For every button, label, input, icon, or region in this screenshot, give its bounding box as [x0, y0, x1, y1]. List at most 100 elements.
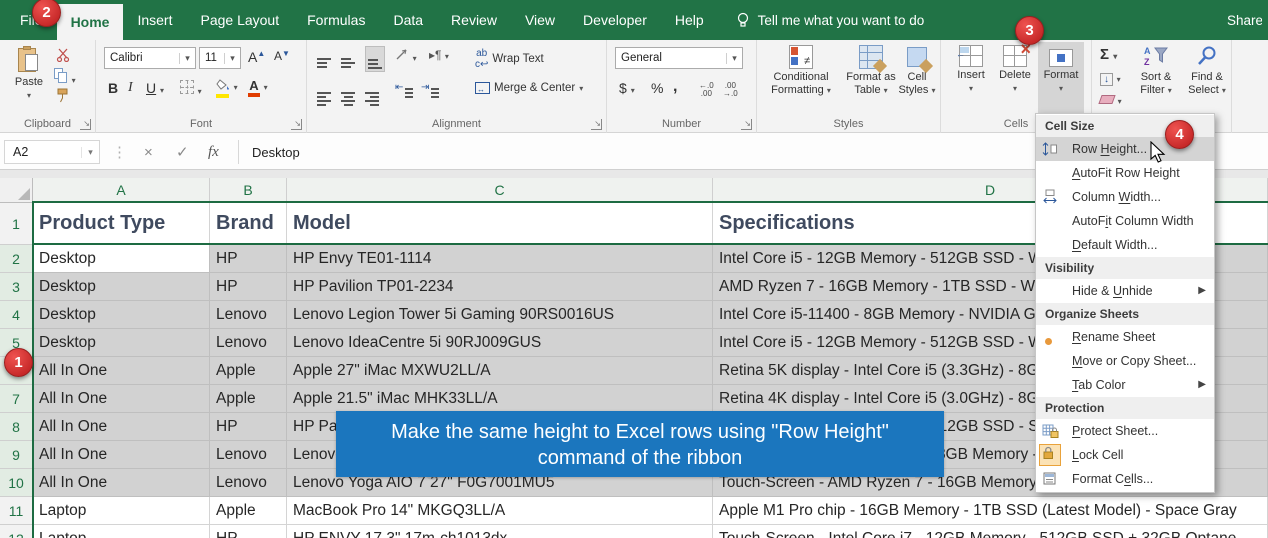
menu-item-hide-unhide[interactable]: Hide & Unhide ▶ — [1036, 279, 1214, 303]
conditional-formatting-button[interactable]: ≠ Conditional Formatting ▾ — [763, 42, 839, 130]
accounting-dropdown-icon[interactable]: ▾ — [631, 86, 635, 95]
underline-dropdown-icon[interactable]: ▾ — [160, 86, 164, 95]
decrease-decimal-button[interactable]: .00 →.0 — [723, 82, 738, 98]
cell-A10[interactable]: All In One — [33, 469, 210, 497]
cell-C6[interactable]: Apple 27" iMac MXWU2LL/A — [287, 357, 713, 385]
alignment-dialog-launcher[interactable]: ↘ — [591, 119, 602, 130]
shrink-font-button[interactable]: A▼ — [274, 49, 290, 63]
clear-button[interactable]: ▾ — [1098, 92, 1122, 107]
menu-item-default-width[interactable]: Default Width... — [1036, 233, 1214, 257]
column-header-A[interactable]: A — [33, 178, 210, 203]
align-right-button[interactable] — [365, 82, 379, 106]
cell-C12[interactable]: HP ENVY 17.3" 17m-ch1013dx — [287, 525, 713, 538]
cancel-entry-button[interactable]: × — [144, 140, 153, 164]
cell-C11[interactable]: MacBook Pro 14" MKGQ3LL/A — [287, 497, 713, 525]
align-left-button[interactable] — [317, 82, 331, 106]
format-painter-button[interactable] — [56, 88, 70, 106]
menu-item-column-width[interactable]: Column Width... — [1036, 185, 1214, 209]
tab-page-layout[interactable]: Page Layout — [186, 0, 293, 40]
tab-home[interactable]: Home — [56, 4, 124, 40]
cell-B8[interactable]: HP — [210, 413, 287, 441]
cell-A5[interactable]: Desktop — [33, 329, 210, 357]
header-cell-B1[interactable]: Brand — [210, 203, 287, 245]
insert-cells-button[interactable]: ← Insert ▾ — [951, 42, 991, 130]
borders-button[interactable]: ▾ — [180, 80, 202, 97]
italic-button[interactable]: I — [128, 80, 133, 96]
cell-D11[interactable]: Apple M1 Pro chip - 16GB Memory - 1TB SS… — [713, 497, 1268, 525]
menu-item-autofit-row-height[interactable]: AutoFit Row Height — [1036, 161, 1214, 185]
share-button[interactable]: Share — [1222, 0, 1262, 40]
format-as-table-button[interactable]: Format as Table ▾ — [843, 42, 899, 130]
column-header-C[interactable]: C — [287, 178, 713, 203]
cell-A12[interactable]: Laptop — [33, 525, 210, 538]
header-cell-C1[interactable]: Model — [287, 203, 713, 245]
wrap-text-button[interactable]: ab c↩ Wrap Text — [475, 48, 544, 70]
delete-cells-button[interactable]: × Delete ▾ — [995, 40, 1035, 130]
cell-A6[interactable]: All In One — [33, 357, 210, 385]
row-header-9[interactable]: 9 — [0, 441, 33, 469]
align-middle-button[interactable] — [341, 48, 355, 68]
cell-C2[interactable]: HP Envy TE01-1114 — [287, 245, 713, 273]
number-format-dropdown-icon[interactable]: ▾ — [726, 52, 742, 64]
font-color-button[interactable]: A ▾ — [248, 78, 268, 97]
row-header-12[interactable]: 12 — [0, 525, 33, 538]
delete-dropdown-icon[interactable]: ▾ — [1013, 84, 1017, 93]
row-header-8[interactable]: 8 — [0, 413, 33, 441]
cell-C4[interactable]: Lenovo Legion Tower 5i Gaming 90RS0016US — [287, 301, 713, 329]
font-dialog-launcher[interactable]: ↘ — [291, 119, 302, 130]
tell-me-box[interactable]: Tell me what you want to do — [736, 0, 924, 40]
percent-style-button[interactable]: % — [651, 80, 663, 96]
cell-B2[interactable]: HP — [210, 245, 287, 273]
cell-A11[interactable]: Laptop — [33, 497, 210, 525]
orientation-dropdown-icon[interactable]: ▾ — [413, 54, 417, 63]
menu-item-protect-sheet[interactable]: Protect Sheet... — [1036, 419, 1214, 443]
cell-C5[interactable]: Lenovo IdeaCentre 5i 90RJ009GUS — [287, 329, 713, 357]
cell-C7[interactable]: Apple 21.5" iMac MHK33LL/A — [287, 385, 713, 413]
tab-help[interactable]: Help — [661, 0, 718, 40]
copy-button[interactable]: ▾ — [54, 68, 76, 86]
row-header-11[interactable]: 11 — [0, 497, 33, 525]
cell-C3[interactable]: HP Pavilion TP01-2234 — [287, 273, 713, 301]
menu-item-move-or-copy-sheet[interactable]: Move or Copy Sheet... — [1036, 349, 1214, 373]
text-direction-button[interactable]: ▸¶ ▾ — [429, 48, 449, 62]
tab-formulas[interactable]: Formulas — [293, 0, 379, 40]
column-header-B[interactable]: B — [210, 178, 287, 203]
font-color-dropdown-icon[interactable]: ▾ — [264, 83, 268, 92]
menu-item-tab-color[interactable]: Tab Color ▶ — [1036, 373, 1214, 397]
row-header-10[interactable]: 10 — [0, 469, 33, 497]
insert-dropdown-icon[interactable]: ▾ — [969, 84, 973, 93]
cut-button[interactable] — [56, 48, 71, 65]
bold-button[interactable]: B — [108, 80, 118, 96]
header-cell-A1[interactable]: Product Type — [33, 203, 210, 245]
fill-button[interactable]: ↓ ▾ — [1100, 70, 1121, 86]
menu-item-autofit-column-width[interactable]: AutoFit Column Width — [1036, 209, 1214, 233]
insert-function-button[interactable]: fx — [208, 140, 219, 164]
cell-B12[interactable]: HP — [210, 525, 287, 538]
cell-B11[interactable]: Apple — [210, 497, 287, 525]
merge-center-dropdown-icon[interactable]: ▾ — [579, 84, 583, 93]
font-size-dropdown-icon[interactable]: ▾ — [224, 52, 240, 64]
cell-B5[interactable]: Lenovo — [210, 329, 287, 357]
tab-view[interactable]: View — [511, 0, 569, 40]
cell-A4[interactable]: Desktop — [33, 301, 210, 329]
row-header-4[interactable]: 4 — [0, 301, 33, 329]
increase-decimal-button[interactable]: ←.0.00 — [699, 82, 714, 98]
tab-insert[interactable]: Insert — [123, 0, 186, 40]
cell-B9[interactable]: Lenovo — [210, 441, 287, 469]
fill-color-button[interactable]: ▾ — [216, 78, 238, 98]
cell-B10[interactable]: Lenovo — [210, 469, 287, 497]
align-center-button[interactable] — [341, 82, 355, 106]
cell-B7[interactable]: Apple — [210, 385, 287, 413]
increase-indent-button[interactable]: ⇥ — [421, 82, 440, 98]
cell-styles-button[interactable]: Cell Styles ▾ — [895, 42, 939, 130]
cell-A2[interactable]: Desktop — [33, 245, 210, 273]
menu-item-lock-cell[interactable]: Lock Cell — [1036, 443, 1214, 467]
font-name-dropdown-icon[interactable]: ▾ — [179, 52, 195, 64]
comma-style-button[interactable]: , — [673, 78, 677, 96]
cell-B4[interactable]: Lenovo — [210, 301, 287, 329]
tab-developer[interactable]: Developer — [569, 0, 661, 40]
underline-button[interactable]: U — [146, 80, 156, 96]
autosum-button[interactable]: Σ ▾ — [1100, 46, 1117, 63]
cell-A9[interactable]: All In One — [33, 441, 210, 469]
format-dropdown-icon[interactable]: ▾ — [1059, 84, 1063, 93]
